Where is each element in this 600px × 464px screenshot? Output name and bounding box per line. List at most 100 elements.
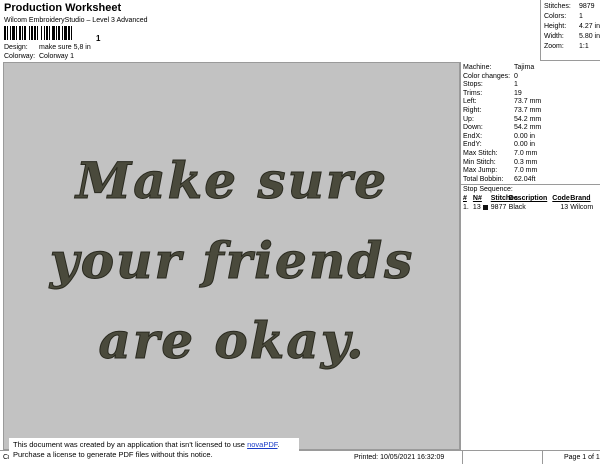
column-header: Code — [552, 195, 570, 203]
design-label: Design: — [4, 44, 28, 51]
stats-value: 1 — [579, 13, 583, 20]
stats-row: Width: 5.80 in — [544, 32, 600, 42]
printed-timestamp: Printed: 10/05/2021 16:32:09 — [354, 454, 445, 461]
info-row: Total Bobbin: 62.04ft — [461, 176, 600, 185]
column-header: Description — [508, 195, 548, 203]
design-text-line: are okay. — [98, 311, 365, 370]
info-value: 7.0 mm — [514, 149, 538, 157]
barcode-bar — [16, 26, 17, 40]
stats-label: Stitches: — [544, 3, 571, 10]
barcode-bar — [19, 26, 21, 40]
barcode-bar — [41, 26, 42, 40]
info-label: Max Stitch: — [463, 149, 498, 157]
machine-info-panel: Machine: Tajima Color changes: 0 Stops: 1 T… — [460, 62, 600, 450]
info-value: 19 — [514, 89, 522, 97]
info-row: Trims: 19 — [461, 90, 600, 99]
barcode-bar — [68, 26, 70, 40]
info-label: Trims: — [463, 89, 483, 97]
info-row: Left: 73.7 mm — [461, 98, 600, 107]
barcode — [4, 26, 72, 40]
barcode-bar — [56, 26, 57, 40]
footer-divider — [542, 451, 543, 464]
color-swatch-icon — [482, 205, 488, 211]
info-row: Stops: 1 — [461, 81, 600, 90]
barcode-bar — [37, 26, 38, 40]
info-label: Machine: — [463, 64, 492, 71]
stats-row: Colors: 1 — [544, 12, 600, 22]
stop-table-header: # N# Stitches Description Code Brand — [463, 194, 600, 203]
info-row: Machine: Tajima — [461, 64, 600, 73]
info-value: 0.3 mm — [514, 158, 538, 166]
novapdf-link[interactable]: novaPDF — [247, 440, 277, 449]
info-label: Up: — [463, 115, 474, 123]
stats-value: 1:1 — [579, 43, 589, 50]
info-label: EndX: — [463, 132, 483, 140]
stats-row: Stitches: 9879 — [544, 2, 600, 12]
info-row: Right: 73.7 mm — [461, 107, 600, 116]
stats-label: Colors: — [544, 13, 567, 20]
info-label: Right: — [463, 106, 482, 114]
column-header: Brand — [570, 195, 591, 203]
barcode-bar — [34, 26, 36, 40]
barcode-bar — [52, 26, 55, 40]
stitch-count: 9877 — [490, 204, 507, 212]
table-row: 1. 13 9877 Black 13 Wilcom — [463, 203, 600, 212]
thread-brand: Wilcom — [570, 204, 594, 212]
stop-sequence-table: # N# Stitches Description Code Brand 1. … — [461, 194, 600, 212]
column-header: N# — [472, 195, 482, 203]
design-preview: Make sure your friends are okay. — [3, 62, 460, 450]
stats-box: Stitches: 9879 Colors: 1 Height: 4.27 in Wi… — [540, 0, 600, 61]
novapdf-line-2: Purchase a license to generate PDF files… — [13, 450, 213, 459]
stats-label: Width: — [544, 33, 564, 40]
info-value: 54.2 mm — [514, 124, 542, 132]
info-value: 1 — [514, 81, 518, 89]
info-label: Total Bobbin: — [463, 175, 504, 183]
colorway-value: Colorway 1 — [39, 53, 75, 60]
info-label: EndY: — [463, 141, 482, 149]
info-row: Max Stitch: 7.0 mm — [461, 150, 600, 159]
barcode-bar — [31, 26, 33, 40]
novapdf-line-1: This document was created by an applicat… — [13, 440, 295, 450]
info-value: 7.0 mm — [514, 167, 538, 175]
colorway-row: Colorway: Colorway 1 — [4, 53, 74, 60]
stats-value: 9879 — [579, 3, 595, 10]
barcode-bar — [29, 26, 30, 40]
barcode-bar — [62, 26, 63, 40]
info-row: EndY: 0.00 in — [461, 141, 600, 150]
info-label: Max Jump: — [463, 167, 498, 175]
barcode-bar — [12, 26, 15, 40]
barcode-bar — [44, 26, 45, 40]
info-row: Up: 54.2 mm — [461, 116, 600, 125]
barcode-bar — [7, 26, 8, 40]
info-value: 0.00 in — [514, 141, 536, 149]
barcode-bar — [22, 26, 23, 40]
info-value: 73.7 mm — [514, 106, 542, 114]
page-title: Production Worksheet — [4, 2, 122, 14]
novapdf-text: . — [277, 440, 280, 449]
info-value: Tajima — [514, 64, 535, 71]
info-row: Min Stitch: 0.3 mm — [461, 159, 600, 168]
barcode-bar — [10, 26, 11, 40]
barcode-bar — [49, 26, 50, 40]
stats-label: Zoom: — [544, 43, 564, 50]
stats-row: Height: 4.27 in — [544, 22, 600, 32]
info-label: Color changes: — [463, 72, 511, 80]
barcode-bar — [58, 26, 60, 40]
info-label: Left: — [463, 98, 477, 106]
info-value: 73.7 mm — [514, 98, 542, 106]
thread-code: 13 — [560, 204, 569, 212]
column-header: # — [463, 195, 467, 203]
info-row: Down: 54.2 mm — [461, 124, 600, 133]
design-text-line: your friends — [49, 231, 415, 290]
thread-description: Black — [508, 204, 526, 212]
design-value: make sure 5,8 in — [39, 44, 91, 51]
novapdf-notice: This document was created by an applicat… — [9, 438, 299, 462]
stop-number: 1. — [463, 204, 469, 212]
info-value: 0 — [514, 72, 518, 80]
info-value: 62.04ft — [514, 175, 536, 183]
info-row: Color changes: 0 — [461, 73, 600, 82]
design-row: Design: make sure 5,8 in — [4, 44, 91, 51]
column-header: Stitches — [490, 195, 518, 203]
info-value: 54.2 mm — [514, 115, 542, 123]
stats-value: 5.80 in — [578, 33, 600, 40]
